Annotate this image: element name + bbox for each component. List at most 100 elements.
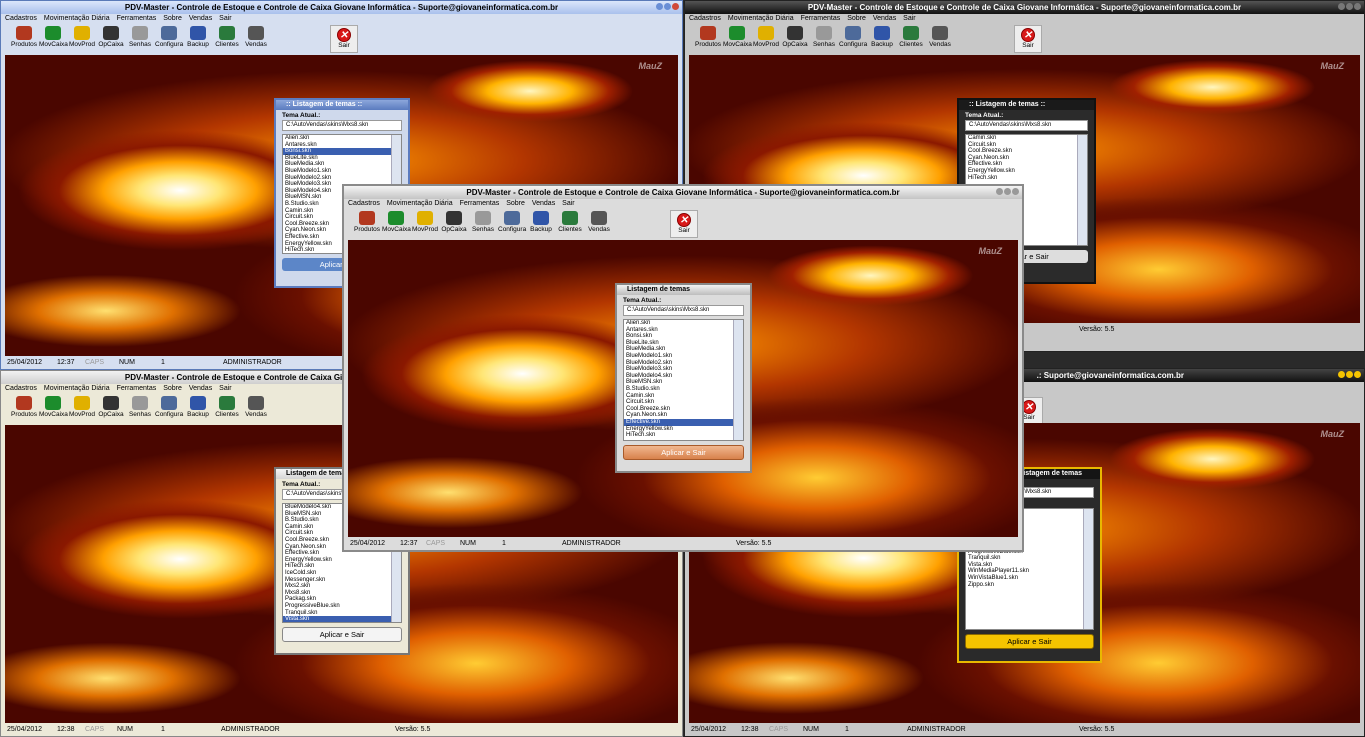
movcaixa-button[interactable]: MovCaixa [39, 25, 68, 53]
window-controls[interactable] [1337, 3, 1361, 12]
list-item[interactable]: Mxs8.skn [283, 590, 401, 597]
list-item[interactable]: Bonsi.skn [624, 333, 743, 340]
list-item[interactable]: HiTech.skn [624, 432, 743, 439]
list-item[interactable]: BlueModelo4.skn [624, 373, 743, 380]
scrollbar[interactable] [1077, 135, 1087, 245]
list-item[interactable]: EnergyYellow.skn [966, 168, 1087, 175]
list-item[interactable]: Cool.Breeze.skn [966, 148, 1087, 155]
configura-button[interactable]: Configura [498, 210, 526, 238]
menu-movimentacao[interactable]: Movimentação Diária [387, 200, 453, 207]
opcaixa-button[interactable]: OpCaixa [781, 25, 809, 53]
configura-button[interactable]: Configura [155, 25, 183, 53]
list-item[interactable]: WinVistaBlue1.skn [966, 575, 1093, 582]
movcaixa-button[interactable]: MovCaixa [723, 25, 752, 53]
movcaixa-button[interactable]: MovCaixa [39, 395, 68, 423]
sair-button[interactable]: ✕ Sair [330, 25, 358, 53]
senhas-button[interactable]: Senhas [810, 25, 838, 53]
menu-sobre[interactable]: Sobre [506, 200, 525, 207]
clientes-button[interactable]: Clientes [213, 25, 241, 53]
list-item[interactable]: Alien.skn [624, 320, 743, 327]
menu-vendas[interactable]: Vendas [189, 385, 212, 392]
movcaixa-button[interactable]: MovCaixa [382, 210, 411, 238]
clientes-button[interactable]: Clientes [213, 395, 241, 423]
opcaixa-button[interactable]: OpCaixa [97, 395, 125, 423]
clientes-button[interactable]: Clientes [897, 25, 925, 53]
list-item[interactable]: Bonsi.skn [283, 148, 401, 155]
menu-ferramentas[interactable]: Ferramentas [801, 15, 841, 22]
list-item[interactable]: IceCold.skn [283, 570, 401, 577]
vendas-button[interactable]: Vendas [926, 25, 954, 53]
opcaixa-button[interactable]: OpCaixa [440, 210, 468, 238]
list-item[interactable]: BlueModelo2.skn [283, 175, 401, 182]
backup-button[interactable]: Backup [527, 210, 555, 238]
backup-button[interactable]: Backup [868, 25, 896, 53]
list-item[interactable]: Camin.skn [966, 135, 1087, 142]
list-item[interactable]: Tranquil.skn [966, 555, 1093, 562]
list-item[interactable]: BlueMSN.skn [624, 379, 743, 386]
menu-ferramentas[interactable]: Ferramentas [117, 385, 157, 392]
configura-button[interactable]: Configura [155, 395, 183, 423]
list-item[interactable]: Alien.skn [283, 135, 401, 142]
list-item[interactable]: HiTech.skn [966, 175, 1087, 182]
list-item[interactable]: Tranquil.skn [283, 610, 401, 617]
backup-button[interactable]: Backup [184, 395, 212, 423]
list-item[interactable]: BlueModelo1.skn [283, 168, 401, 175]
list-item[interactable]: BlueMedia.skn [283, 161, 401, 168]
list-item[interactable]: Packag.skn [283, 596, 401, 603]
opcaixa-button[interactable]: OpCaixa [97, 25, 125, 53]
list-item[interactable]: Circuit.skn [966, 142, 1087, 149]
list-item[interactable]: BlueLite.skn [624, 340, 743, 347]
produtos-button[interactable]: Produtos [10, 395, 38, 423]
list-item[interactable]: Vista.skn [283, 616, 401, 622]
menu-sair[interactable]: Sair [562, 200, 574, 207]
menu-sobre[interactable]: Sobre [163, 385, 182, 392]
window-controls[interactable] [655, 3, 679, 12]
tema-atual-field[interactable]: C:\AutoVendas\skins\Mxs8.skn [965, 120, 1088, 131]
list-item[interactable]: Cool.Breeze.skn [624, 406, 743, 413]
sair-button[interactable]: ✕ Sair [670, 210, 698, 238]
menu-ferramentas[interactable]: Ferramentas [117, 15, 157, 22]
list-item[interactable]: Cyan.Neon.skn [624, 412, 743, 419]
menu-cadastros[interactable]: Cadastros [348, 200, 380, 207]
scrollbar[interactable] [733, 320, 743, 440]
list-item[interactable]: BlueModelo3.skn [624, 366, 743, 373]
produtos-button[interactable]: Produtos [694, 25, 722, 53]
list-item[interactable]: Antares.skn [283, 142, 401, 149]
tema-atual-field[interactable]: C:\AutoVendas\skins\Mxs8.skn [282, 120, 402, 131]
menu-cadastros[interactable]: Cadastros [5, 385, 37, 392]
list-item[interactable]: EnergyYellow.skn [283, 557, 401, 564]
list-item[interactable]: HiTech.skn [283, 563, 401, 570]
vendas-button[interactable]: Vendas [242, 395, 270, 423]
list-item[interactable]: Circuit.skn [624, 399, 743, 406]
produtos-button[interactable]: Produtos [10, 25, 38, 53]
list-item[interactable]: WinMediaPlayer11.skn [966, 568, 1093, 575]
vendas-button[interactable]: Vendas [585, 210, 613, 238]
list-item[interactable]: Mxs2.skn [283, 583, 401, 590]
menu-cadastros[interactable]: Cadastros [689, 15, 721, 22]
menu-cadastros[interactable]: Cadastros [5, 15, 37, 22]
list-item[interactable]: B.Studio.skn [624, 386, 743, 393]
list-item[interactable]: EnergyYellow.skn [624, 426, 743, 433]
menu-movimentacao[interactable]: Movimentação Diária [728, 15, 794, 22]
list-item[interactable]: ProgressiveBlue.skn [283, 603, 401, 610]
movprod-button[interactable]: MovProd [68, 25, 96, 53]
menu-sair[interactable]: Sair [219, 15, 231, 22]
list-item[interactable]: BlueModelo1.skn [624, 353, 743, 360]
window-controls[interactable] [995, 188, 1019, 197]
menu-ferramentas[interactable]: Ferramentas [460, 200, 500, 207]
menu-movimentacao[interactable]: Movimentação Diária [44, 385, 110, 392]
list-item[interactable]: Antares.skn [624, 327, 743, 334]
list-item[interactable]: BlueMedia.skn [624, 346, 743, 353]
clientes-button[interactable]: Clientes [556, 210, 584, 238]
menu-vendas[interactable]: Vendas [873, 15, 896, 22]
list-item[interactable]: Zippo.skn [966, 582, 1093, 589]
menu-vendas[interactable]: Vendas [532, 200, 555, 207]
configura-button[interactable]: Configura [839, 25, 867, 53]
menu-sobre[interactable]: Sobre [163, 15, 182, 22]
aplicar-button[interactable]: Aplicar e Sair [965, 634, 1094, 649]
movprod-button[interactable]: MovProd [752, 25, 780, 53]
sair-button[interactable]: ✕ Sair [1014, 25, 1042, 53]
senhas-button[interactable]: Senhas [469, 210, 497, 238]
backup-button[interactable]: Backup [184, 25, 212, 53]
menu-sobre[interactable]: Sobre [847, 15, 866, 22]
